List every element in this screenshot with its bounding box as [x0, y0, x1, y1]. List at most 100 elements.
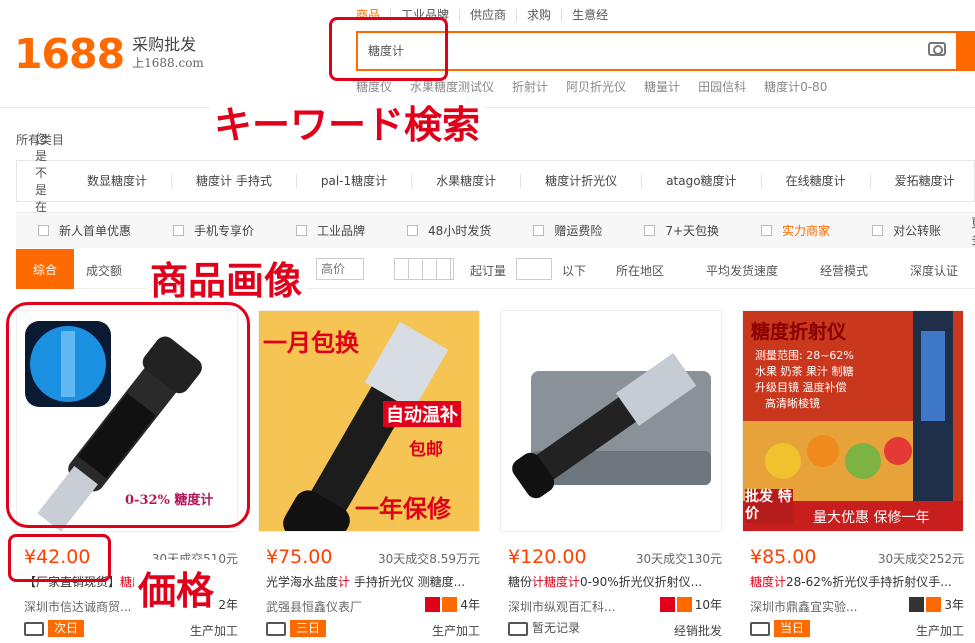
truck-icon	[24, 621, 44, 636]
image-line1: 水果 奶茶 果汁 制糖	[755, 365, 854, 378]
truck-icon	[508, 621, 528, 636]
tab-purchase[interactable]: 求购	[516, 9, 561, 22]
checkbox-icon[interactable]	[644, 225, 656, 236]
sold-amount: 30天成交8.59万元	[378, 552, 480, 566]
sold-amount: 30天成交130元	[635, 552, 722, 566]
sort-ship-speed[interactable]: 平均发货速度	[706, 262, 778, 279]
suggestion-item[interactable]: 在线糖度计	[760, 174, 870, 188]
image-title: 糖度折射仪	[751, 321, 847, 343]
filter-mobile-price[interactable]: 手机专享价	[173, 222, 254, 239]
hot-search-item[interactable]: 糖量计	[644, 78, 680, 95]
header: 1688 采购批发 上1688.com 商品 工业品牌 供应商 求购 生意经 糖…	[0, 0, 975, 108]
checkbox-icon[interactable]	[533, 225, 545, 236]
shop-badges: 4年	[423, 596, 480, 613]
shop-badges: 2年	[218, 598, 238, 612]
image-range: 测量范围: 28~62%	[755, 349, 854, 362]
ship-time-badge: 当日	[774, 620, 811, 637]
business-mode: 生产加工	[431, 624, 480, 638]
truck-icon	[750, 621, 770, 636]
suggestion-item[interactable]: 爱拓糖度计	[869, 174, 975, 188]
product-title[interactable]: 光学海水盐度计 手持折光仪 测糖度...	[266, 573, 480, 590]
product-image[interactable]: 一月包换 自动温补 包邮 一年保修	[258, 310, 480, 532]
filter-industrial-brand[interactable]: 工业品牌	[296, 222, 365, 239]
hot-search-item[interactable]: 糖度计0-80	[764, 78, 827, 95]
suggestion-item[interactable]: 水果糖度计	[411, 174, 520, 188]
sort-biz-mode[interactable]: 经营模式	[820, 262, 868, 279]
ship-time-badge: 次日	[48, 620, 85, 637]
shop-badges: 3年	[907, 596, 964, 613]
image-footer: 量大优惠 保修一年	[813, 510, 930, 526]
logo-number: 1688	[14, 30, 125, 78]
hot-search-item[interactable]: 田园信科	[698, 78, 746, 95]
checkbox-icon[interactable]	[173, 225, 185, 236]
shop-name[interactable]: 深圳市信达诚商贸...	[24, 598, 131, 615]
tab-business[interactable]: 生意经	[561, 9, 618, 22]
annotation-keyword-label: キーワード検索	[210, 94, 485, 149]
annotation-image-box	[6, 302, 250, 528]
product-image[interactable]: 糖度折射仪 测量范围: 28~62% 水果 奶茶 果汁 制糖 升级目镜 温度补偿…	[742, 310, 964, 532]
image-line2: 升级目镜 温度补偿	[755, 381, 847, 394]
logo[interactable]: 1688 采购批发 上1688.com	[14, 30, 204, 78]
shop-name[interactable]: 深圳市纵观百汇科...	[508, 598, 615, 615]
image-badge-free: 包邮	[409, 440, 443, 460]
suggestion-item[interactable]: 糖度计 手持式	[171, 174, 296, 188]
suggestion-bar: 您是不是在找: 数显糖度计 糖度计 手持式 pal-1糖度计 水果糖度计 糖度计…	[16, 132, 975, 231]
shop-name[interactable]: 深圳市鼎鑫宜实验...	[750, 598, 857, 615]
checkbox-icon[interactable]	[407, 225, 419, 236]
product-title[interactable]: 糖度计28-62%折光仪手持折射仪手...	[750, 573, 964, 590]
shop-name[interactable]: 武强县恒鑫仪表厂	[266, 598, 362, 615]
filter-strong-merchant[interactable]: 实力商家	[761, 222, 830, 239]
shipping-info: 当日	[750, 620, 811, 637]
price-high-input[interactable]	[316, 258, 364, 280]
filter-new-user[interactable]: 新人首单优惠	[38, 222, 131, 239]
ship-time-badge: 三日	[290, 620, 327, 637]
product-image[interactable]	[500, 310, 722, 532]
filter-7day-exchange[interactable]: 7+天包换	[644, 222, 719, 239]
filter-more-button[interactable]: 更多	[971, 214, 975, 248]
annotation-price-box	[8, 534, 111, 582]
filter-corporate-transfer[interactable]: 对公转账	[872, 222, 941, 239]
shipping-info: 次日	[24, 620, 85, 637]
filter-48h-ship[interactable]: 48小时发货	[407, 222, 491, 239]
sort-volume[interactable]: 成交额	[86, 262, 122, 279]
checkbox-icon[interactable]	[872, 225, 884, 236]
annotation-image-label: 商品画像	[146, 250, 307, 305]
hot-search-item[interactable]: 折射计	[512, 78, 548, 95]
image-badge-warranty: 一年保修	[355, 495, 451, 523]
tab-suppliers[interactable]: 供应商	[459, 9, 516, 22]
checkbox-icon[interactable]	[296, 225, 308, 236]
sort-region[interactable]: 所在地区	[616, 262, 664, 279]
sort-default[interactable]: 综合	[16, 249, 74, 289]
product-price: ¥75.00	[266, 546, 333, 568]
business-mode: 生产加工	[189, 624, 238, 638]
filter-shipping-insurance[interactable]: 赠运费险	[533, 222, 602, 239]
filter-bar: 新人首单优惠 手机专享价 工业品牌 48小时发货 赠运费险 7+天包换 实力商家…	[16, 212, 975, 248]
product-card[interactable]: 一月包换 自动温补 包邮 一年保修 ¥75.00 30天成交8.59万元 光学海…	[258, 310, 480, 643]
product-price: ¥85.00	[750, 546, 817, 568]
integrity-badge-icon	[442, 597, 458, 612]
min-order-input[interactable]	[516, 258, 552, 280]
shop-badges: 10年	[658, 596, 722, 613]
product-card[interactable]: 糖度折射仪 测量范围: 28~62% 水果 奶茶 果汁 制糖 升级目镜 温度补偿…	[742, 310, 964, 643]
price-range-graph[interactable]	[394, 258, 454, 280]
checkbox-icon[interactable]	[38, 225, 49, 236]
merchant-badge-icon	[659, 597, 675, 612]
product-card[interactable]: ¥120.00 30天成交130元 糖份计糖度计0-90%折光仪折射仪... 深…	[500, 310, 722, 643]
sort-depth-cert[interactable]: 深度认证	[910, 262, 958, 279]
integrity-badge-icon	[926, 597, 942, 612]
truck-icon	[266, 621, 286, 636]
logo-tagline: 采购批发	[132, 35, 197, 54]
product-title[interactable]: 糖份计糖度计0-90%折光仪折射仪...	[508, 573, 722, 590]
refractometer-with-case-illustration	[512, 352, 711, 499]
suggestion-item[interactable]: pal-1糖度计	[295, 174, 411, 188]
integrity-badge-icon	[676, 597, 692, 612]
suggestion-item[interactable]: 数显糖度计	[87, 174, 171, 188]
suggestion-item[interactable]: atago糖度计	[641, 174, 760, 188]
search-button[interactable]	[956, 31, 975, 71]
product-price: ¥120.00	[508, 546, 587, 568]
checkbox-icon[interactable]	[761, 225, 773, 236]
suggestion-item[interactable]: 糖度计折光仪	[520, 174, 641, 188]
merchant-badge-icon	[425, 597, 441, 612]
hot-search-item[interactable]: 阿贝折光仪	[566, 78, 626, 95]
camera-icon[interactable]	[928, 42, 946, 56]
